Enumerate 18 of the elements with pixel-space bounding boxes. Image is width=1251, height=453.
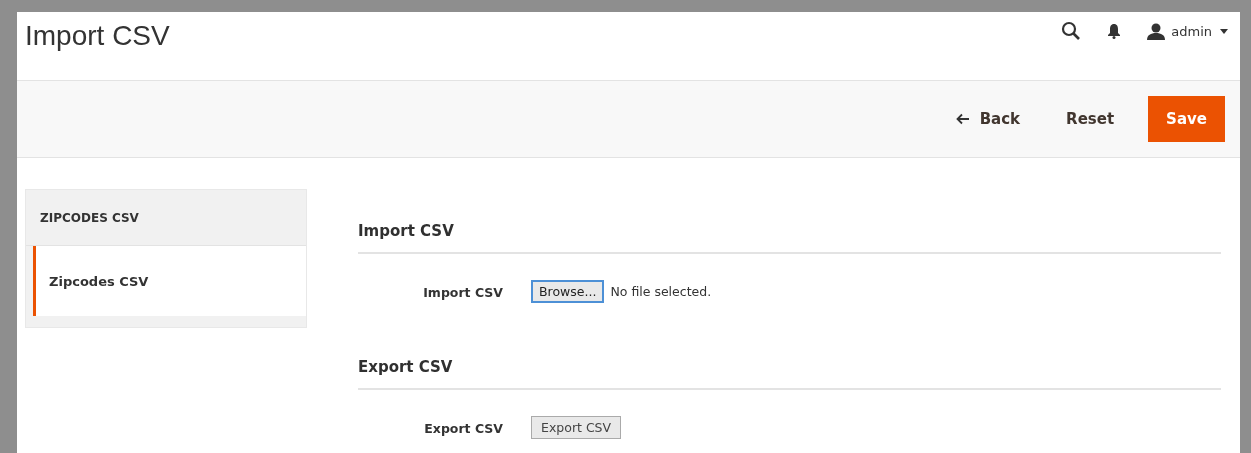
sidebar-item[interactable]: Zipcodes CSV: [33, 246, 306, 316]
user-icon: [1147, 22, 1166, 40]
search-icon[interactable]: [1061, 21, 1082, 41]
bell-icon[interactable]: [1107, 23, 1122, 39]
save-button[interactable]: Save: [1148, 96, 1225, 142]
field-label: Export CSV: [423, 419, 503, 436]
file-status: No file selected.: [610, 283, 712, 299]
page-title: Import CSV: [25, 20, 170, 52]
reset-button[interactable]: Reset: [1052, 98, 1129, 140]
section-title: Export CSV: [358, 358, 1221, 390]
arrow-icon: [955, 113, 970, 125]
user-menu[interactable]: admin: [1147, 22, 1228, 40]
section-title: Import CSV: [358, 222, 1221, 254]
caret-icon: [1220, 28, 1228, 34]
back-button[interactable]: Back: [941, 98, 1035, 140]
export-button[interactable]: Export CSV: [531, 415, 622, 439]
field-label: Import CSV: [422, 283, 503, 300]
browse-button[interactable]: Browse...: [531, 279, 605, 303]
